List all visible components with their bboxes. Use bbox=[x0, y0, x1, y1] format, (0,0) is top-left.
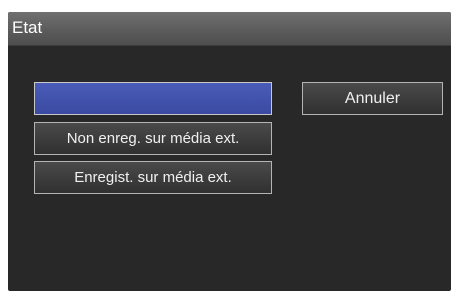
option-selected-button[interactable] bbox=[34, 82, 272, 115]
dialog-titlebar: Etat bbox=[8, 12, 451, 46]
saved-external-media-button[interactable]: Enregist. sur média ext. bbox=[34, 161, 272, 194]
cancel-button[interactable]: Annuler bbox=[302, 82, 443, 115]
dialog-title: Etat bbox=[12, 18, 43, 37]
status-dialog: Etat Non enreg. sur média ext. Enregist.… bbox=[8, 12, 451, 291]
not-saved-external-media-button[interactable]: Non enreg. sur média ext. bbox=[34, 122, 272, 155]
